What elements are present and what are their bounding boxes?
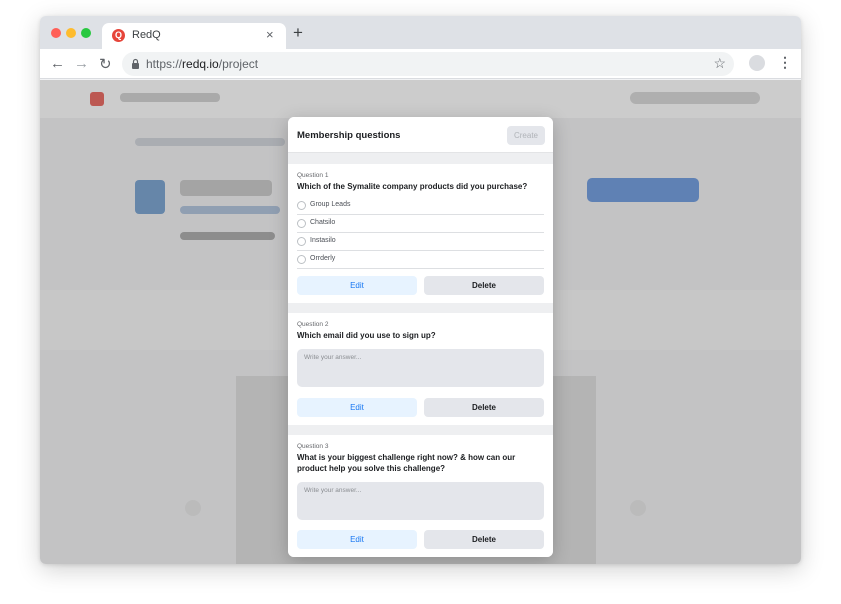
delete-button[interactable]: Delete xyxy=(424,530,544,549)
menu-icon[interactable]: ⋮ xyxy=(778,54,792,71)
question-number: Question 2 xyxy=(297,321,329,328)
option-label: Instasilo xyxy=(310,237,336,244)
answer-option[interactable]: Group Leads xyxy=(297,197,544,215)
answer-option[interactable]: Chatsilo xyxy=(297,215,544,233)
question-card: Question 1 Which of the Symalite company… xyxy=(288,164,553,303)
question-text: Which of the Symalite company products d… xyxy=(297,182,528,191)
modal-header: Membership questions Create xyxy=(288,117,553,153)
question-card: Question 2 Which email did you use to si… xyxy=(288,313,553,425)
browser-toolbar: ← → ↻ https://redq.io/project ☆ ⋮ xyxy=(40,49,801,79)
question-number: Question 1 xyxy=(297,172,329,179)
delete-button[interactable]: Delete xyxy=(424,276,544,295)
browser-window: Q RedQ × + ← → ↻ https://redq.io/project… xyxy=(40,16,801,564)
question-text: Which email did you use to sign up? xyxy=(297,331,436,340)
window-minimize-control[interactable] xyxy=(66,28,76,38)
radio-button[interactable] xyxy=(297,219,306,228)
option-label: Chatsilo xyxy=(310,219,336,226)
membership-questions-modal: Membership questions Create Question 1 W… xyxy=(288,117,553,557)
edit-button[interactable]: Edit xyxy=(297,530,417,549)
question-card: Question 3 What is your biggest challeng… xyxy=(288,435,553,557)
answer-input[interactable] xyxy=(297,349,544,387)
redq-logo-icon: Q xyxy=(112,29,125,42)
radio-button[interactable] xyxy=(297,201,306,210)
lock-icon xyxy=(132,58,139,69)
radio-button[interactable] xyxy=(297,255,306,264)
option-label: Orrderly xyxy=(310,255,336,262)
window-maximize-control[interactable] xyxy=(81,28,91,38)
address-bar[interactable]: https://redq.io/project ☆ xyxy=(122,52,734,76)
star-icon[interactable]: ☆ xyxy=(713,55,726,72)
url-scheme: https:// xyxy=(146,57,183,71)
edit-button[interactable]: Edit xyxy=(297,398,417,417)
question-text: What is your biggest challenge right now… xyxy=(297,453,516,473)
profile-icon[interactable] xyxy=(749,55,765,71)
url-path: /project xyxy=(218,57,259,71)
answer-input[interactable] xyxy=(297,482,544,520)
answer-option[interactable]: Orrderly xyxy=(297,251,544,269)
url-host: redq.io xyxy=(182,57,219,71)
url-text: https://redq.io/project xyxy=(146,57,258,71)
answer-option[interactable]: Instasilo xyxy=(297,233,544,251)
delete-button[interactable]: Delete xyxy=(424,398,544,417)
create-button[interactable]: Create xyxy=(507,126,545,145)
back-icon[interactable]: ← xyxy=(50,55,65,72)
browser-tab[interactable]: Q RedQ × xyxy=(102,23,286,49)
window-close-control[interactable] xyxy=(51,28,61,38)
modal-title: Membership questions xyxy=(297,130,401,141)
option-label: Group Leads xyxy=(310,201,351,208)
radio-button[interactable] xyxy=(297,237,306,246)
new-tab-icon[interactable]: + xyxy=(293,23,303,43)
tab-strip: Q RedQ × + xyxy=(40,16,801,49)
reload-icon[interactable]: ↻ xyxy=(99,55,112,73)
forward-icon[interactable]: → xyxy=(74,55,89,72)
question-number: Question 3 xyxy=(297,443,329,450)
close-tab-icon[interactable]: × xyxy=(266,27,274,42)
edit-button[interactable]: Edit xyxy=(297,276,417,295)
tab-title: RedQ xyxy=(132,29,161,41)
page-viewport: Membership questions Create Question 1 W… xyxy=(40,80,801,564)
